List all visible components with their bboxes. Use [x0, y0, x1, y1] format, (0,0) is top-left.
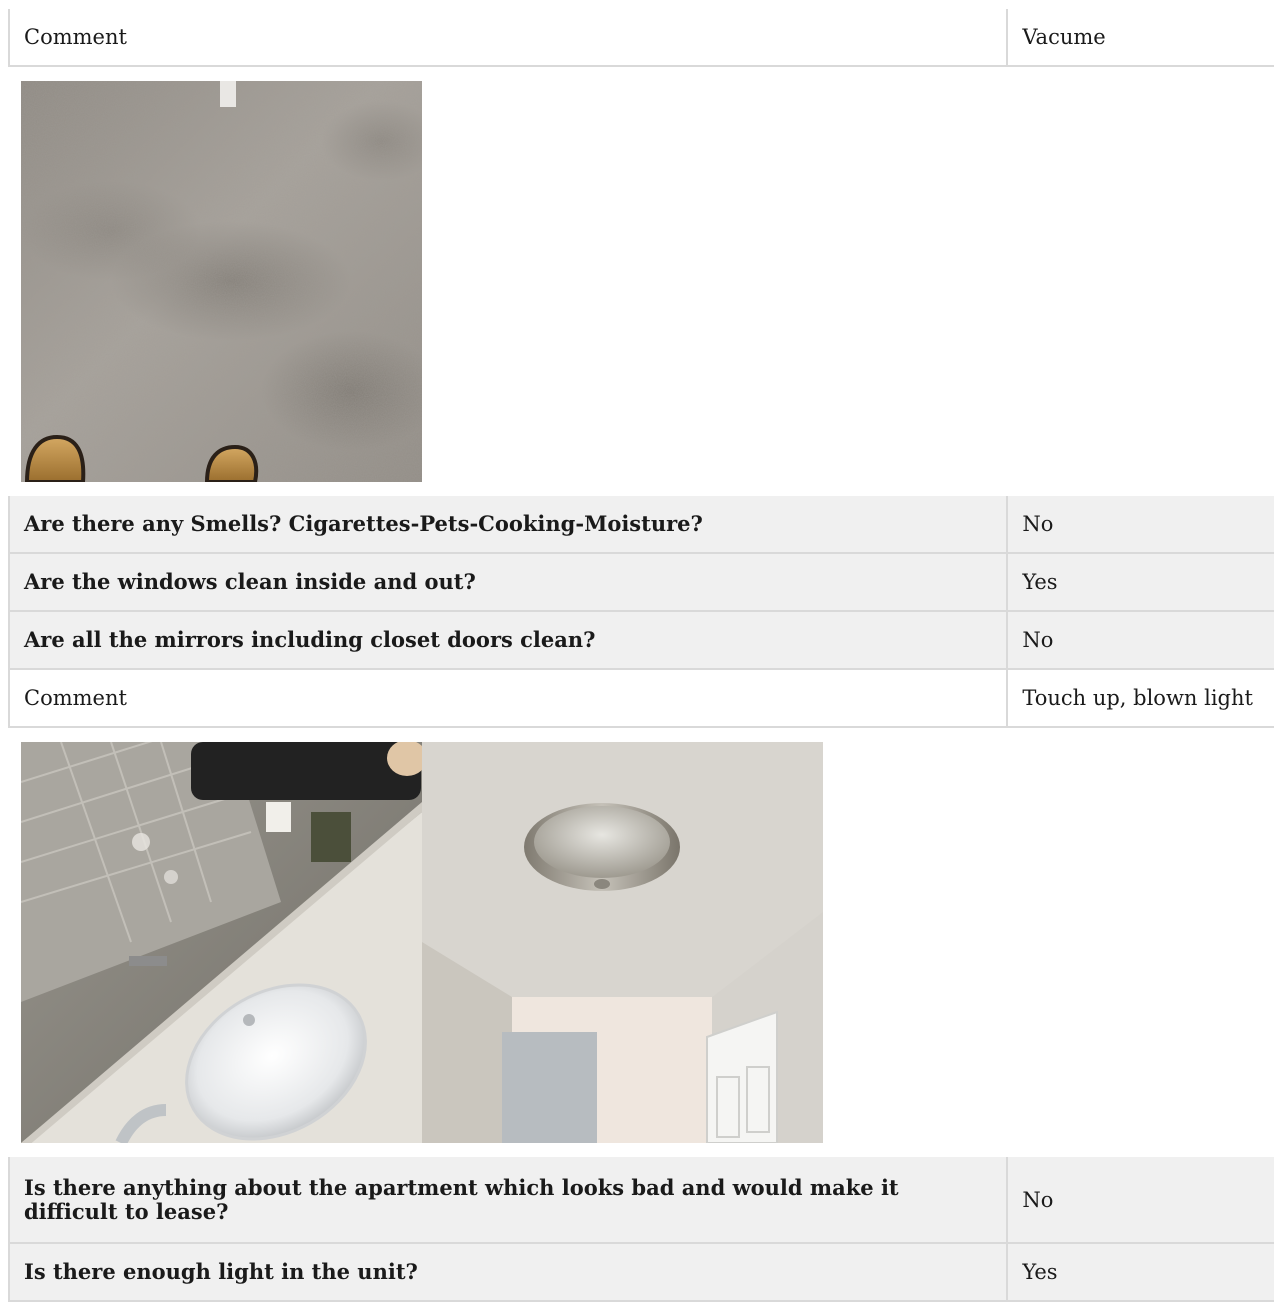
question-text: Is there enough light in the unit? [7, 1243, 1009, 1302]
question-row: Are all the mirrors including closet doo… [7, 611, 1274, 670]
answer-text: No [1007, 611, 1274, 670]
answer-text: Yes [1007, 553, 1274, 612]
photo-gallery-1 [8, 67, 1274, 496]
inspection-report: Comment Vacume Are there any Smells? Cig… [7, 9, 1274, 1302]
question-row: Are the windows clean inside and out? Ye… [7, 553, 1274, 612]
comment-row: Comment Vacume [7, 9, 1274, 67]
question-text: Are the windows clean inside and out? [7, 553, 1009, 612]
comment-label: Comment [7, 669, 1009, 728]
comment-value: Vacume [1007, 9, 1274, 67]
question-text: Are all the mirrors including closet doo… [7, 611, 1009, 670]
question-table-2: Is there anything about the apartment wh… [7, 1157, 1274, 1302]
answer-text: No [1007, 1157, 1274, 1244]
bathroom-sink-photo[interactable] [21, 742, 422, 1143]
question-table-1: Are there any Smells? Cigarettes-Pets-Co… [7, 496, 1274, 728]
answer-text: Yes [1007, 1243, 1274, 1302]
photo-gallery-2 [8, 728, 1274, 1157]
ceiling-light-photo[interactable] [422, 742, 823, 1143]
question-text: Are there any Smells? Cigarettes-Pets-Co… [7, 496, 1009, 554]
carpet-photo[interactable] [21, 81, 422, 482]
question-row: Is there anything about the apartment wh… [7, 1157, 1274, 1244]
question-row: Are there any Smells? Cigarettes-Pets-Co… [7, 496, 1274, 554]
answer-text: No [1007, 496, 1274, 554]
question-row: Is there enough light in the unit? Yes [7, 1243, 1274, 1302]
comment-row: Comment Touch up, blown light [7, 669, 1274, 728]
question-text: Is there anything about the apartment wh… [7, 1157, 1009, 1244]
comment-value: Touch up, blown light [1007, 669, 1274, 728]
comment-table-1: Comment Vacume [7, 9, 1274, 67]
comment-label: Comment [7, 9, 1009, 67]
